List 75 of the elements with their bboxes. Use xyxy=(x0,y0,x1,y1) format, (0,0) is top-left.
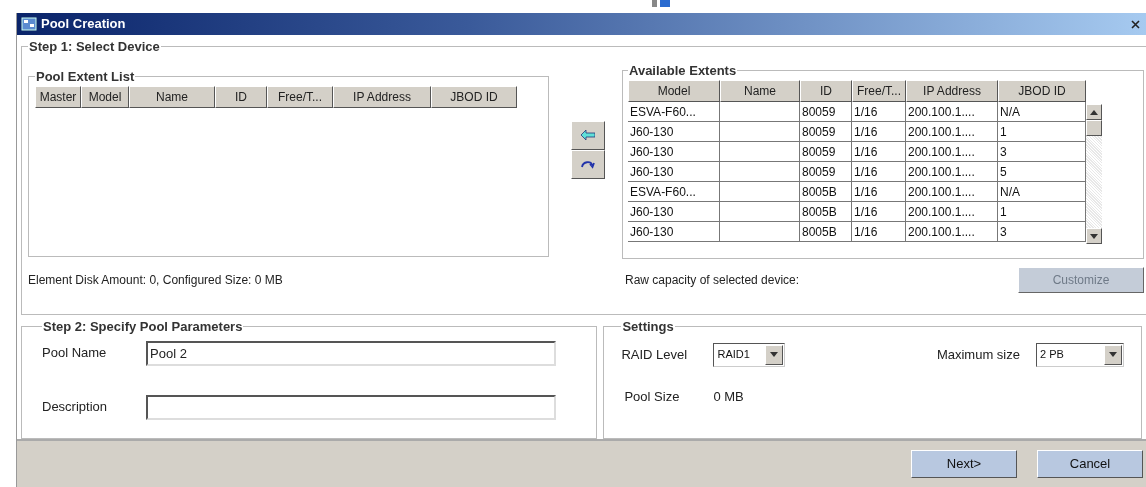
input-field[interactable] xyxy=(146,394,556,420)
field-label: Maximum size xyxy=(936,345,1020,364)
table-cell: J60-130 xyxy=(628,202,720,222)
cancel-button[interactable]: Cancel xyxy=(1037,450,1143,478)
column-header[interactable]: Master xyxy=(35,86,81,108)
table-cell: 1/16 xyxy=(852,162,906,182)
dropdown[interactable]: RAID1 xyxy=(713,342,786,367)
column-header[interactable]: Name xyxy=(129,86,215,108)
refresh-button[interactable] xyxy=(571,149,605,179)
scroll-thumb[interactable] xyxy=(1086,120,1102,136)
group-title: Pool Extent List xyxy=(35,67,136,86)
column-header[interactable]: IP Address xyxy=(333,86,431,108)
input-field[interactable]: Pool 2 xyxy=(146,340,556,366)
group-title: Available Extents xyxy=(628,61,738,80)
up-arrow-icon xyxy=(1090,109,1098,115)
column-header[interactable]: Model xyxy=(628,80,720,102)
group-title: Step 2: Specify Pool Parameters xyxy=(42,318,244,336)
field-label: RAID Level xyxy=(621,345,689,364)
column-header[interactable]: JBOD ID xyxy=(431,86,517,108)
caret-icon xyxy=(1104,344,1122,365)
table-cell: 80059 xyxy=(800,142,852,162)
table-cell: 200.100.1.... xyxy=(906,182,998,202)
column-header[interactable]: Free/T... xyxy=(852,80,906,102)
table-cell: 80059 xyxy=(800,122,852,142)
column-header[interactable]: Free/T... xyxy=(267,86,333,108)
window-icon xyxy=(21,17,37,31)
curved-arrow-icon xyxy=(581,159,595,169)
dropdown[interactable]: 2 PB xyxy=(1036,342,1124,367)
column-header[interactable]: Model xyxy=(81,86,129,108)
table-cell: 1/16 xyxy=(852,102,906,122)
caret-icon xyxy=(765,344,784,365)
table-cell: 200.100.1.... xyxy=(906,122,998,142)
table-cell: 200.100.1.... xyxy=(906,142,998,162)
table-cell: 200.100.1.... xyxy=(906,222,998,242)
column-header[interactable]: ID xyxy=(800,80,852,102)
field-label: Pool Size xyxy=(624,387,681,406)
down-arrow-icon xyxy=(1090,233,1098,239)
pool-size-value: 0 MB xyxy=(713,387,744,406)
group-title: Settings xyxy=(621,318,675,336)
table-cell: 1/16 xyxy=(852,142,906,162)
column-header[interactable]: JBOD ID xyxy=(998,80,1086,102)
scroll-down-button[interactable] xyxy=(1086,228,1102,244)
table-cell: 1/16 xyxy=(852,122,906,142)
table-cell: J60-130 xyxy=(628,162,720,182)
group-title: Step 1: Select Device xyxy=(28,38,161,56)
table-cell: ESVA-F60... xyxy=(628,102,720,122)
field-label: Description xyxy=(42,398,109,417)
table-cell: J60-130 xyxy=(628,222,720,242)
scrollbar[interactable] xyxy=(1086,104,1102,244)
left-arrow-icon xyxy=(581,130,595,140)
table-cell: 200.100.1.... xyxy=(906,102,998,122)
column-header[interactable]: ID xyxy=(215,86,267,108)
table-cell: 1/16 xyxy=(852,182,906,202)
table-cell: 8005B xyxy=(800,202,852,222)
table-cell: 8005B xyxy=(800,222,852,242)
window-title: Pool Creation xyxy=(41,15,126,34)
table-cell: 80059 xyxy=(800,162,852,182)
table-cell: 8005B xyxy=(800,182,852,202)
move-left-button[interactable] xyxy=(571,120,605,150)
column-header[interactable]: IP Address xyxy=(906,80,998,102)
table-cell: 200.100.1.... xyxy=(906,162,998,182)
table-cell: 1/16 xyxy=(852,222,906,242)
table-cell: 1/16 xyxy=(852,202,906,222)
scroll-up-button[interactable] xyxy=(1086,104,1102,120)
raw-capacity-label: Raw capacity of selected device: xyxy=(625,271,801,289)
field-label: Pool Name xyxy=(42,344,108,363)
table-cell: 80059 xyxy=(800,102,852,122)
table-cell: 200.100.1.... xyxy=(906,202,998,222)
table-cell: J60-130 xyxy=(628,142,720,162)
close-icon xyxy=(1130,19,1140,29)
table-cell: ESVA-F60... xyxy=(628,182,720,202)
column-header[interactable]: Name xyxy=(720,80,800,102)
summary-text: Element Disk Amount: 0, Configured Size: 0 MB xyxy=(28,271,284,289)
table-cell: J60-130 xyxy=(628,122,720,142)
next-button[interactable]: Next> xyxy=(911,450,1017,478)
